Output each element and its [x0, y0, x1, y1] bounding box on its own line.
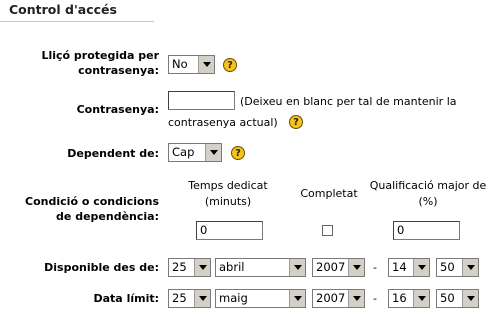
deadline-label: Data límit:: [93, 292, 160, 305]
password-input[interactable]: [168, 91, 235, 110]
password-protected-label-line1: Lliçó protegida per: [41, 49, 159, 62]
deadline-minute-select[interactable]: 50: [436, 289, 479, 308]
chevron-down-icon[interactable]: [462, 290, 478, 307]
available-from-label: Disponible des de:: [44, 261, 159, 274]
chevron-down-icon[interactable]: [289, 259, 305, 276]
time-separator: -: [373, 292, 377, 305]
conditions-label-line1: Condició o condicions: [25, 195, 159, 208]
deadline-minute-value: 50: [440, 291, 455, 305]
time-separator: -: [373, 261, 377, 274]
grade-header-line2: (%): [418, 195, 438, 208]
available-minute-value: 50: [440, 260, 455, 274]
available-year-select[interactable]: 2007: [312, 258, 365, 277]
deadline-year-select[interactable]: 2007: [312, 289, 365, 308]
completed-checkbox[interactable]: [322, 225, 333, 236]
section-divider: [0, 21, 154, 22]
password-protected-value: No: [172, 57, 188, 71]
chevron-down-icon[interactable]: [413, 259, 429, 276]
section-title: Control d'accés: [9, 2, 117, 17]
deadline-year-value: 2007: [316, 291, 346, 305]
password-hint-line2: contrasenya actual): [168, 116, 278, 129]
chevron-down-icon[interactable]: [194, 259, 210, 276]
available-month-value: abril: [219, 260, 245, 274]
chevron-down-icon[interactable]: [348, 259, 364, 276]
chevron-down-icon[interactable]: [348, 290, 364, 307]
password-protected-label: Lliçó protegida per contrasenya:: [10, 48, 159, 78]
dependent-value: Cap: [172, 145, 195, 159]
available-day-select[interactable]: 25: [168, 258, 211, 277]
deadline-day-value: 25: [172, 291, 187, 305]
dependent-label: Dependent de:: [67, 147, 159, 160]
time-spent-header-line2: (minuts): [204, 195, 252, 208]
available-hour-value: 14: [392, 260, 407, 274]
grade-header: Qualificació major de (%): [362, 178, 494, 210]
available-day-value: 25: [172, 260, 187, 274]
deadline-hour-select[interactable]: 16: [388, 289, 430, 308]
grade-input[interactable]: 0: [393, 221, 460, 240]
help-icon[interactable]: ?: [231, 146, 245, 160]
deadline-month-value: maig: [219, 291, 248, 305]
available-month-select[interactable]: abril: [215, 258, 306, 277]
help-icon[interactable]: ?: [223, 58, 237, 72]
chevron-down-icon[interactable]: [413, 290, 429, 307]
completed-header: Completat: [300, 187, 358, 200]
chevron-down-icon[interactable]: [289, 290, 305, 307]
deadline-month-select[interactable]: maig: [215, 289, 306, 308]
password-protected-label-line2: contrasenya:: [78, 64, 159, 77]
password-protected-select[interactable]: No: [168, 55, 215, 74]
chevron-down-icon[interactable]: [205, 144, 221, 161]
conditions-label-line2: de dependència:: [56, 210, 159, 223]
password-label: Contrasenya:: [76, 103, 159, 116]
chevron-down-icon[interactable]: [194, 290, 210, 307]
dependent-select[interactable]: Cap: [168, 143, 222, 162]
time-spent-header: Temps dedicat (minuts): [178, 178, 278, 210]
chevron-down-icon[interactable]: [198, 56, 214, 73]
deadline-day-select[interactable]: 25: [168, 289, 211, 308]
password-hint-line1: (Deixeu en blanc per tal de mantenir la: [240, 95, 457, 108]
deadline-hour-value: 16: [392, 291, 407, 305]
chevron-down-icon[interactable]: [462, 259, 478, 276]
available-hour-select[interactable]: 14: [388, 258, 430, 277]
available-minute-select[interactable]: 50: [436, 258, 479, 277]
help-icon[interactable]: ?: [289, 115, 303, 129]
grade-header-line1: Qualificació major de: [369, 179, 487, 192]
available-year-value: 2007: [316, 260, 346, 274]
conditions-label: Condició o condicions de dependència:: [10, 194, 159, 224]
time-spent-header-line1: Temps dedicat: [188, 179, 268, 192]
time-spent-input[interactable]: 0: [196, 221, 263, 240]
